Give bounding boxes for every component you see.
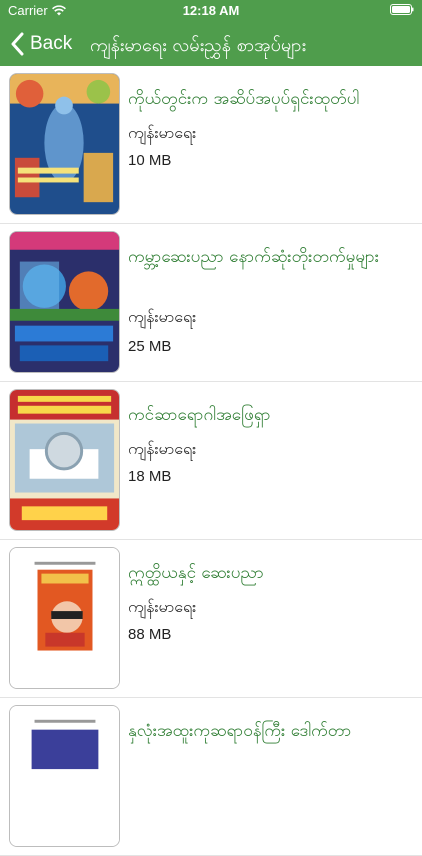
book-list: ကိုယ်တွင်းက အဆိပ်အပုပ်ရှင်းထုတ်ပါ ကျန်းမ… [0,66,422,856]
book-row[interactable]: ဣတ္ထိယနှင့် ဆေးပညာ ကျန်းမာရေး 88 MB [0,540,422,698]
book-row[interactable]: ကမ္ဘာ့ဆေးပညာ နောက်ဆုံးတိုးတက်မှုများ ကျန… [0,224,422,382]
book-title: ဣတ္ထိယနှင့် ဆေးပညာ [128,563,264,583]
page-title: ကျန်းမာရေး လမ်းညွှန် စာအုပ်များ [90,35,307,56]
book-cover-image [9,547,120,689]
battery-icon [390,4,414,15]
book-row[interactable]: ကိုယ်တွင်းက အဆိပ်အပုပ်ရှင်းထုတ်ပါ ကျန်းမ… [0,66,422,224]
book-size: 18 MB [128,468,172,485]
book-title: နှလုံးအထူးကုဆရာဝန်ကြီး ဒေါက်တာ [128,721,352,741]
book-title: ကင်ဆာရောဂါအဖြေရှာ [128,405,271,425]
book-category: ကျန်းမာရေး [128,597,197,616]
book-cover-image [9,389,120,531]
navigation-bar: Back ကျန်းမာရေး လမ်းညွှန် စာအုပ်များ [0,22,422,66]
status-time: 12:18 AM [182,3,240,18]
book-cover-image [9,73,120,215]
back-label: Back [30,33,73,54]
book-cover-image [9,705,120,847]
book-title: ကိုယ်တွင်းက အဆိပ်အပုပ်ရှင်းထုတ်ပါ [128,89,360,109]
book-size: 25 MB [128,338,172,355]
book-cover-image [9,231,120,373]
chevron-left-icon [11,32,24,56]
book-size: 88 MB [128,626,172,643]
book-size: 10 MB [128,152,172,169]
app-header: Carrier 12:18 AM Back ကျန်းမာရေး လမ်းညွှ… [0,0,422,66]
book-category: ကျန်းမာရေး [128,123,197,142]
book-category: ကျန်းမာရေး [128,307,197,326]
book-row[interactable]: နှလုံးအထူးကုဆရာဝန်ကြီး ဒေါက်တာ [0,698,422,856]
book-category: ကျန်းမာရေး [128,439,197,458]
book-title: ကမ္ဘာ့ဆေးပညာ နောက်ဆုံးတိုးတက်မှုများ [128,247,380,267]
book-row[interactable]: ကင်ဆာရောဂါအဖြေရှာ ကျန်းမာရေး 18 MB [0,382,422,540]
status-bar: Carrier 12:18 AM [0,0,422,22]
back-button[interactable]: Back [10,30,72,58]
